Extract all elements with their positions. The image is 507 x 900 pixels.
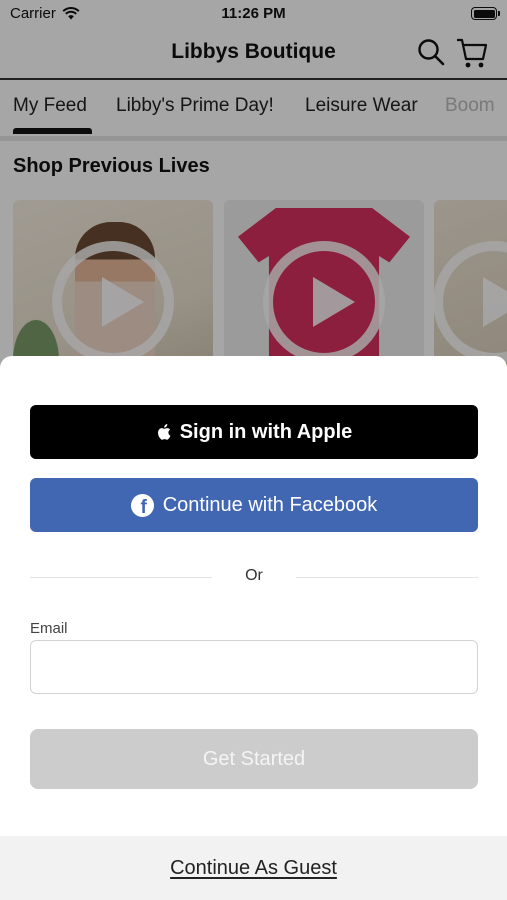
email-label: Email <box>30 620 68 637</box>
apple-button-label: Sign in with Apple <box>179 420 353 443</box>
continue-facebook-button[interactable]: f Continue with Facebook <box>30 478 478 532</box>
facebook-button-label: Continue with Facebook <box>162 493 378 516</box>
get-started-button[interactable]: Get Started <box>30 729 478 789</box>
apple-icon <box>157 424 171 440</box>
continue-as-guest-link[interactable]: Continue As Guest <box>170 857 337 880</box>
guest-footer: Continue As Guest <box>0 836 507 900</box>
or-divider: Or <box>30 567 478 587</box>
email-field[interactable] <box>30 640 478 694</box>
or-label: Or <box>245 567 263 584</box>
facebook-icon: f <box>130 493 154 517</box>
sign-in-apple-button[interactable]: Sign in with Apple <box>30 405 478 459</box>
get-started-label: Get Started <box>202 747 306 770</box>
sign-in-sheet: Sign in with Apple f Continue with Faceb… <box>0 356 507 900</box>
